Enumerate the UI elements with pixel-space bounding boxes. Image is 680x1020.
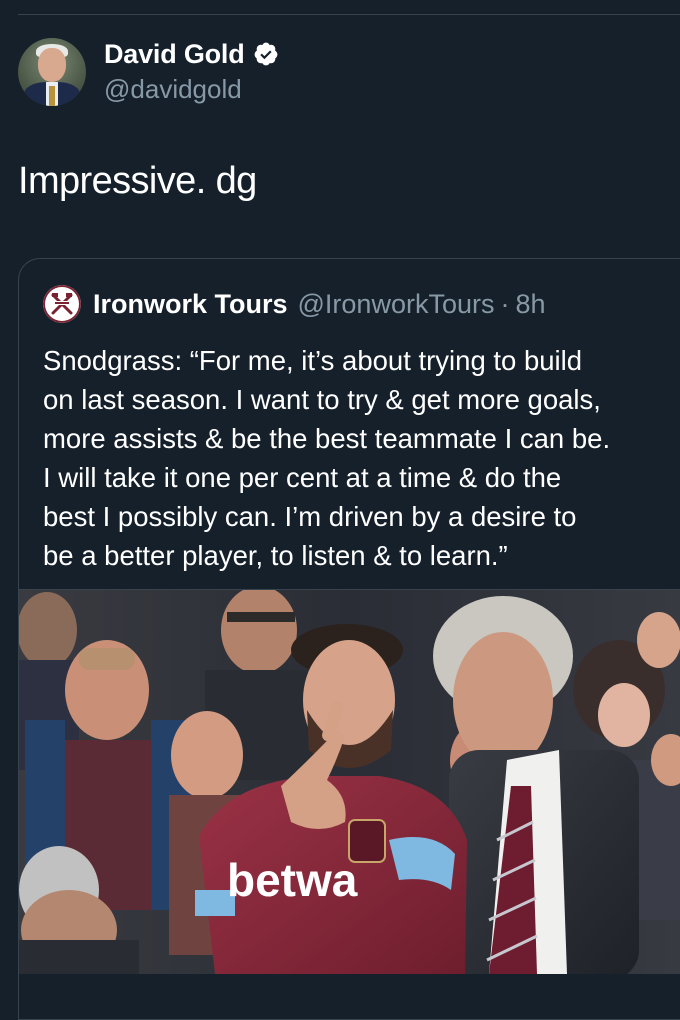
- verified-badge-icon: [254, 42, 277, 66]
- quoted-text-line: I will take it one per cent at a time & …: [43, 462, 562, 493]
- quoted-tweet-header: Ironwork Tours @IronworkTours · 8h: [43, 285, 546, 323]
- quoted-text-line: more assists & be the best teammate I ca…: [43, 423, 611, 454]
- display-name[interactable]: David Gold: [104, 39, 245, 70]
- quoted-tweet-text: Snodgrass: “For me, it’s about trying to…: [43, 341, 680, 575]
- handle[interactable]: @davidgold: [104, 74, 279, 105]
- meta-separator: ·: [500, 288, 510, 319]
- divider: [18, 14, 680, 15]
- quoted-handle[interactable]: @IronworkTours: [298, 289, 495, 320]
- quoted-text-line: best I possibly can. I’m driven by a des…: [43, 501, 577, 532]
- quoted-tweet-card[interactable]: Ironwork Tours @IronworkTours · 8h Snodg…: [18, 258, 680, 1020]
- quoted-text-line: be a better player, to listen & to learn…: [43, 540, 508, 571]
- tweet-author[interactable]: David Gold @davidgold: [18, 38, 279, 106]
- tweet-text: Impressive. dg: [18, 160, 257, 202]
- quoted-tweet-photo[interactable]: betwa: [19, 589, 680, 974]
- quoted-text-line: Snodgrass: “For me, it’s about trying to…: [43, 345, 583, 376]
- shirt-sponsor-text: betwa: [227, 854, 358, 906]
- quoted-text-line: on last season. I want to try & get more…: [43, 384, 601, 415]
- ironwork-crest-icon: [43, 285, 81, 323]
- avatar[interactable]: [18, 38, 86, 106]
- timestamp[interactable]: 8h: [515, 289, 545, 320]
- quoted-display-name[interactable]: Ironwork Tours: [93, 289, 288, 320]
